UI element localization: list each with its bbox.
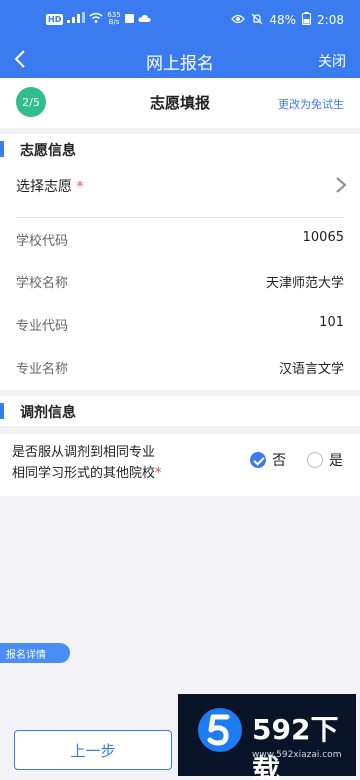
radio-no-label: 否 — [272, 453, 286, 469]
mute-bell-icon — [251, 13, 263, 28]
wifi-icon — [89, 12, 103, 26]
volunteer-section-title: 志愿信息 — [20, 143, 76, 159]
step-header: 2/5 志愿填报 更改为免试生 — [0, 78, 360, 128]
major-name-value: 汉语言文学 — [278, 362, 344, 377]
switch-exempt-link[interactable]: 更改为免试生 — [278, 96, 344, 112]
volunteer-section-header: 志愿信息 — [0, 134, 360, 164]
field-row: 学校代码 10065 — [0, 230, 360, 250]
chevron-right-icon — [334, 174, 348, 196]
signal-icon — [67, 12, 86, 26]
nav-bar: 网上报名 关闭 — [0, 40, 360, 78]
brand-url: www.592xiazai.com — [252, 750, 342, 760]
field-row: 学校名称 天津师范大学 — [0, 272, 360, 292]
cloud-icon — [138, 12, 151, 26]
field-row: 专业名称 汉语言文学 — [0, 358, 360, 378]
school-name-value: 天津师范大学 — [265, 276, 344, 291]
school-code-label: 学校代码 — [16, 234, 69, 249]
eye-icon — [231, 13, 246, 27]
registration-detail-tab[interactable]: 报名详情 — [0, 643, 70, 663]
major-code-value: 101 — [319, 315, 344, 330]
radio-yes-label: 是 — [329, 453, 343, 469]
school-name-label: 学校名称 — [16, 276, 69, 291]
battery-level: 48% — [269, 13, 297, 27]
radio-yes[interactable]: 是 — [307, 450, 343, 470]
school-code-value: 10065 — [302, 230, 344, 245]
field-row: 专业代码 101 — [0, 315, 360, 335]
status-bar: HD 635 B/s 48% 2:08 — [0, 0, 360, 40]
page-title: 网上报名 — [146, 54, 214, 74]
adjust-section-title: 调剂信息 — [20, 405, 76, 421]
clock: 2:08 — [317, 13, 344, 27]
section-accent-bar — [0, 141, 4, 157]
status-right: 48% 2:08 — [231, 12, 344, 28]
brand-name: 592下载 — [252, 713, 339, 780]
adjust-card: 是否服从调剂到相同专业 相同学习形式的其他院校* 否 是 — [0, 434, 360, 496]
site-watermark: 592下载 www.592xiazai.com — [178, 694, 356, 780]
radio-no[interactable]: 否 — [250, 450, 286, 470]
major-code-label: 专业代码 — [16, 319, 69, 334]
required-mark: * — [76, 179, 84, 195]
adjust-section-header: 调剂信息 — [0, 396, 360, 426]
choose-volunteer-row[interactable]: 选择志愿 * — [0, 164, 360, 216]
brand-logo-icon — [196, 706, 244, 754]
net-speed-unit: B/s — [108, 18, 120, 26]
major-name-label: 专业名称 — [16, 362, 69, 377]
radio-unchecked-icon — [307, 452, 323, 468]
choose-volunteer-label: 选择志愿 * — [16, 176, 83, 196]
radio-checked-icon — [250, 452, 266, 468]
adjust-question-line2-wrap: 相同学习形式的其他院校* — [12, 463, 162, 484]
battery-icon — [302, 12, 312, 28]
adjust-question: 是否服从调剂到相同专业 相同学习形式的其他院校* — [12, 442, 162, 484]
choose-volunteer-text: 选择志愿 — [16, 179, 72, 195]
section-accent-bar — [0, 403, 4, 419]
hd-indicator: HD — [46, 13, 64, 25]
adjust-question-line2: 相同学习形式的其他院校 — [12, 466, 156, 481]
divider — [16, 217, 344, 218]
required-mark: * — [155, 466, 162, 481]
adjust-question-line1: 是否服从调剂到相同专业 — [12, 445, 156, 460]
prev-step-button[interactable]: 上一步 — [14, 730, 172, 770]
net-speed: 635 B/s — [107, 12, 120, 26]
status-left: HD 635 B/s — [46, 12, 151, 26]
notification-icon — [124, 12, 134, 26]
close-button[interactable]: 关闭 — [318, 51, 346, 71]
volunteer-card: 选择志愿 * 学校代码 10065 学校名称 天津师范大学 专业代码 101 专… — [0, 164, 360, 390]
